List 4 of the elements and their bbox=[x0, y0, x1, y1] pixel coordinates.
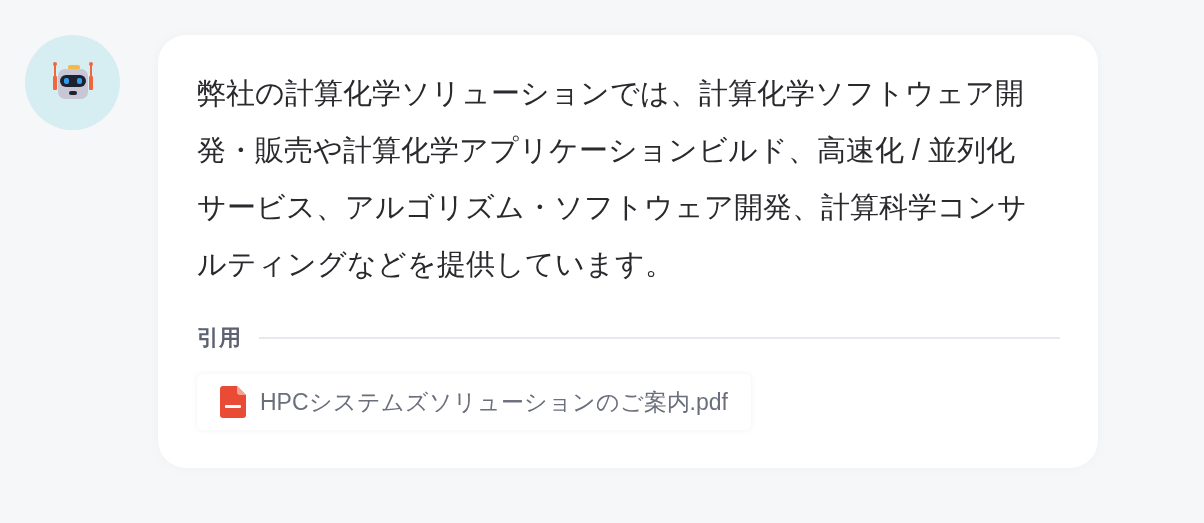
citations-label: 引用 bbox=[197, 324, 241, 352]
message-text: 弊社の計算化学ソリューションでは、計算化学ソフトウェア開発・販売や計算化学アプリケーションビルド、高速化 / 並列化サービス、アルゴリズム・ソフトウェア開発、計算科学コンサルティングなどを提供しています。 bbox=[197, 76, 1028, 282]
file-link[interactable]: HPCシステムズソリューションのご案内.pdf bbox=[197, 374, 751, 430]
pdf-file-icon bbox=[220, 386, 246, 418]
